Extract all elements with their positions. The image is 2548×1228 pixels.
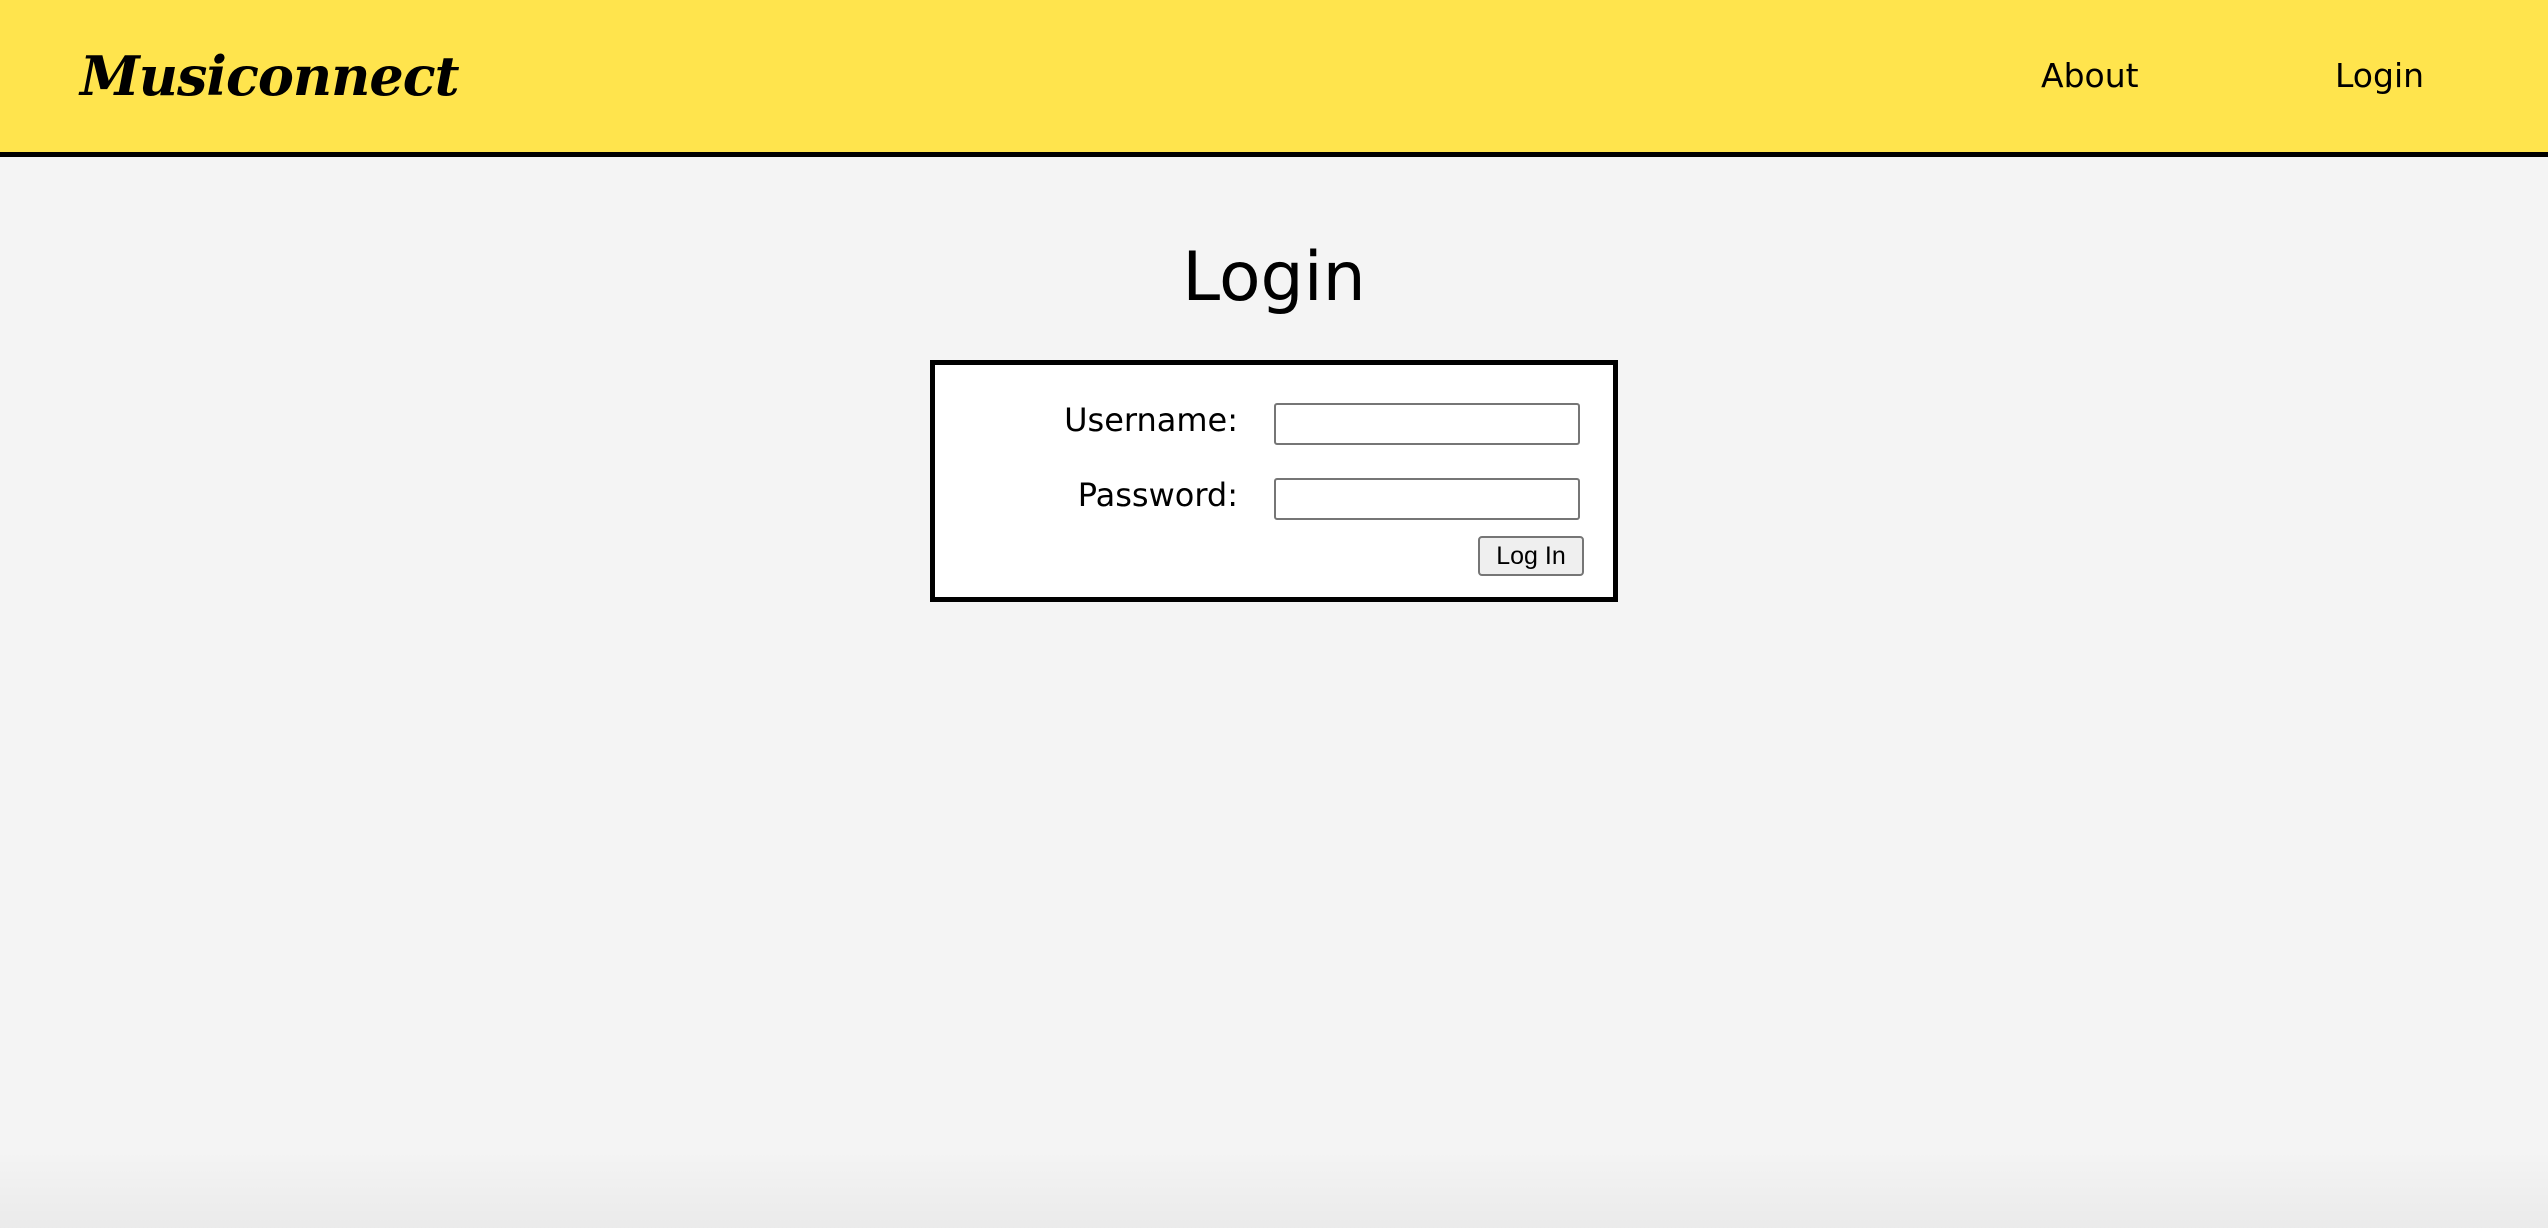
login-form: Username: Password: Log In: [930, 360, 1618, 602]
username-label: Username:: [1064, 401, 1238, 439]
page-bottom-shadow: [0, 1150, 2548, 1228]
nav-link-about[interactable]: About: [2041, 56, 2139, 95]
page-title: Login: [1182, 238, 1366, 317]
username-input[interactable]: [1274, 403, 1580, 445]
password-input[interactable]: [1274, 478, 1580, 520]
site-logo[interactable]: Musiconnect: [80, 44, 460, 108]
login-submit-button[interactable]: Log In: [1478, 536, 1584, 576]
password-label: Password:: [1077, 476, 1238, 514]
site-header: Musiconnect About Login: [0, 0, 2548, 157]
nav-link-login[interactable]: Login: [2335, 56, 2424, 95]
